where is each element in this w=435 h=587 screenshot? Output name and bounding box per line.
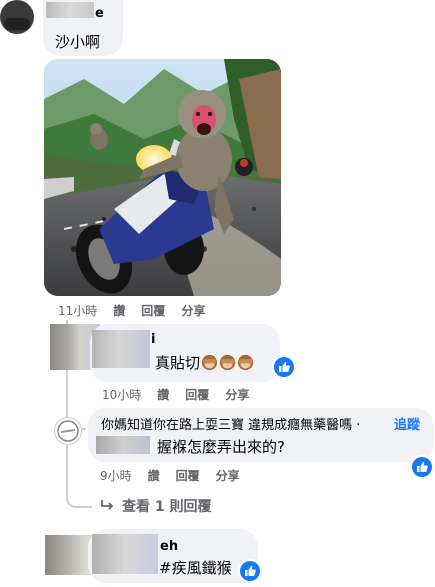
comment-meta: 10小時 讚回覆 分享 (102, 386, 265, 403)
avatar[interactable] (54, 417, 82, 445)
commenter-name-fragment: i (151, 332, 156, 347)
share-button[interactable]: 分享 (181, 302, 205, 319)
share-button[interactable]: 分享 (216, 467, 240, 484)
see-no-evil-monkey-icon (237, 354, 254, 371)
follow-link[interactable]: 追蹤 (394, 416, 420, 436)
reply-button[interactable]: 回覆 (176, 467, 200, 484)
like-button[interactable]: 讚 (148, 467, 160, 484)
redacted-name (92, 534, 158, 574)
comment-meta: 11小時 讚回覆 分享 (58, 302, 221, 319)
like-button[interactable]: 讚 (157, 386, 169, 403)
comment-meta: 9小時 讚回覆 分享 (100, 467, 256, 484)
comment-text: #疾風鐵猴 (159, 559, 232, 577)
reply-button[interactable]: 回覆 (141, 302, 165, 319)
timestamp: 11小時 (58, 304, 98, 318)
comment-text: 握褓怎麼弄出來的? (157, 438, 285, 456)
quoted-text: 你媽知道你在路上耍三寶 違規成癮無藥醫嗎 · (101, 418, 361, 433)
like-reaction-icon[interactable] (274, 357, 294, 377)
view-replies-label: 查看 1 則回覆 (122, 499, 212, 515)
see-no-evil-monkey-icon (201, 354, 218, 371)
comment-text: 真貼切 (155, 354, 201, 372)
avatar[interactable] (0, 0, 34, 34)
view-replies-connector (66, 480, 92, 508)
timestamp: 9小時 (100, 469, 132, 483)
see-no-evil-monkey-icon (219, 354, 236, 371)
commenter-name-fragment: eh (160, 539, 179, 554)
comment-text-line: 真貼切 (155, 353, 254, 373)
view-replies-button[interactable]: 查看 1 則回覆 (100, 496, 212, 516)
redacted-name (92, 330, 150, 368)
like-reaction-icon[interactable] (240, 561, 260, 581)
comment-text: 沙小啊 (55, 33, 101, 51)
like-reaction-icon[interactable] (412, 457, 432, 477)
reply-button[interactable]: 回覆 (185, 386, 209, 403)
redacted-name (46, 2, 94, 18)
commenter-name-fragment: e (95, 6, 104, 21)
reply-arrow-icon (100, 499, 114, 515)
comment-image[interactable] (44, 59, 281, 296)
share-button[interactable]: 分享 (225, 386, 249, 403)
timestamp: 10小時 (102, 388, 142, 402)
monkey-motorcycle-image (44, 59, 281, 296)
like-button[interactable]: 讚 (113, 302, 125, 319)
redacted-name (96, 436, 150, 454)
